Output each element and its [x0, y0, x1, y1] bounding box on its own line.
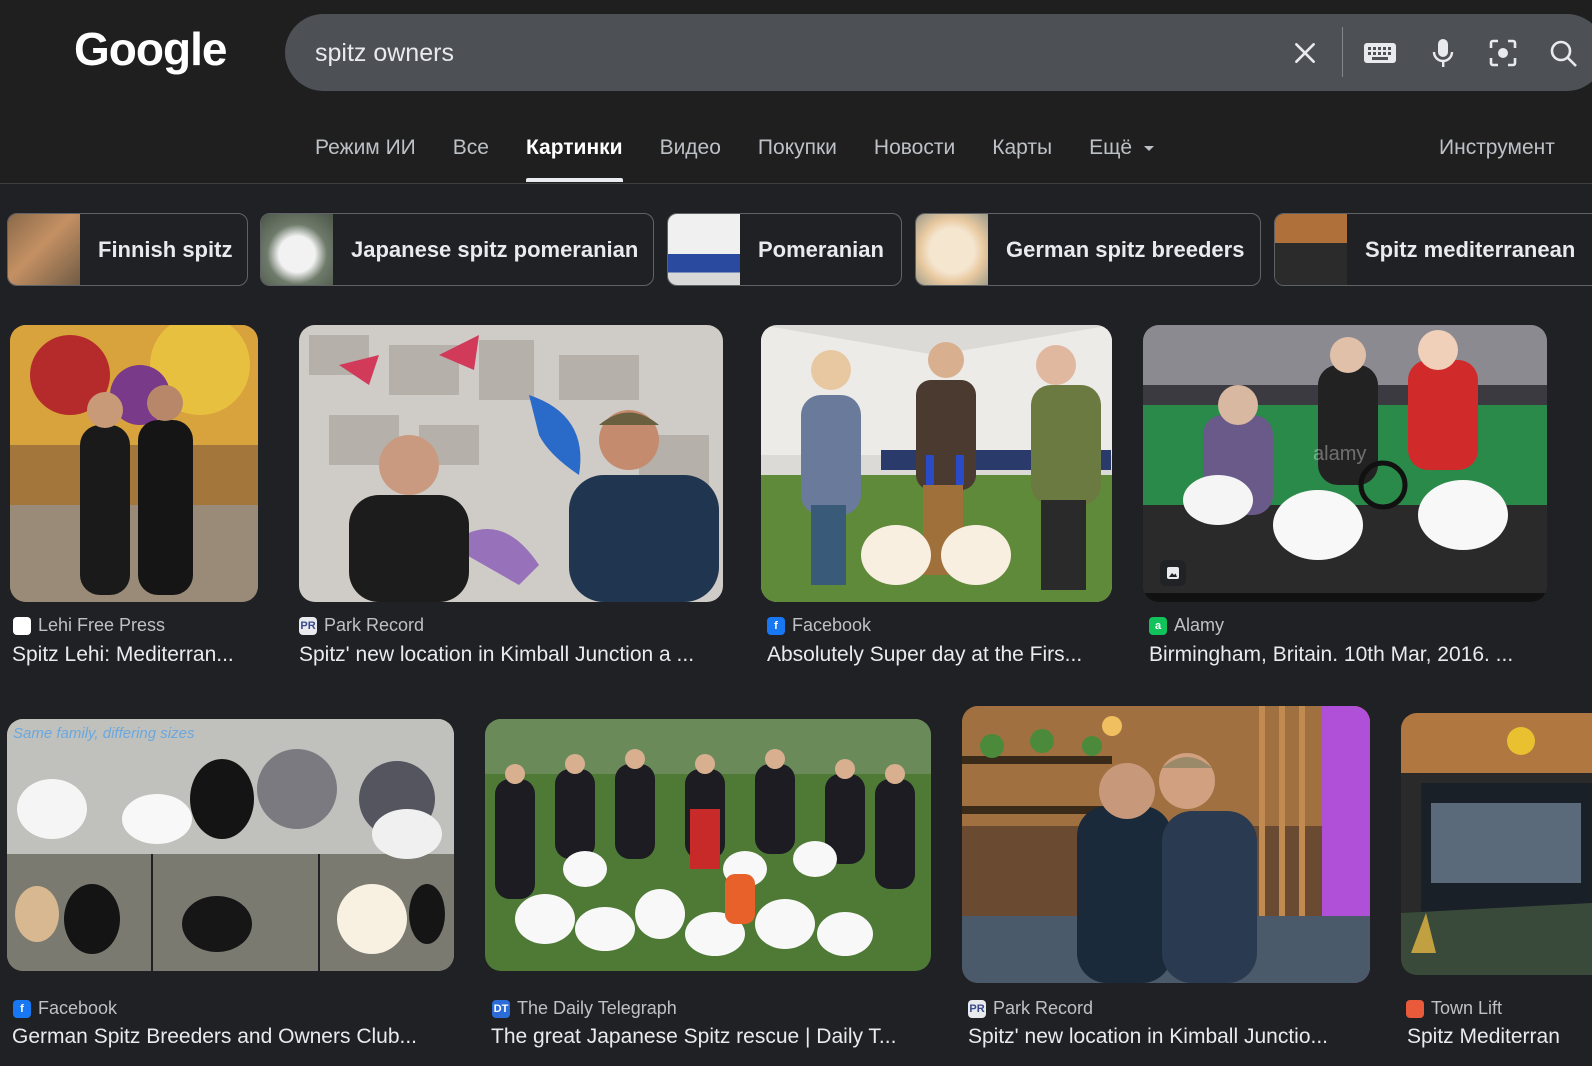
- result-title[interactable]: Birmingham, Britain. 10th Mar, 2016. ...: [1149, 643, 1547, 667]
- chip-label: Pomeranian: [758, 237, 884, 262]
- chip-label: German spitz breeders: [1006, 237, 1245, 262]
- result-source[interactable]: PR Park Record: [299, 615, 424, 636]
- source-name: Park Record: [993, 998, 1094, 1018]
- chip-pomeranian[interactable]: Pomeranian: [667, 213, 902, 286]
- tab-news[interactable]: Новости: [874, 132, 955, 184]
- result-thumbnail[interactable]: [485, 719, 931, 971]
- chip-thumbnail: [916, 214, 988, 285]
- result-source[interactable]: a Alamy: [1149, 615, 1224, 636]
- result-title[interactable]: Spitz' new location in Kimball Junction …: [299, 643, 723, 667]
- microphone-icon[interactable]: [1424, 34, 1462, 72]
- result-thumbnail[interactable]: alamy: [1143, 325, 1547, 602]
- park-record-favicon-icon: PR: [968, 999, 986, 1018]
- source-name: Facebook: [38, 998, 118, 1018]
- result-source[interactable]: Lehi Free Press: [13, 615, 165, 636]
- source-name: Lehi Free Press: [38, 615, 166, 635]
- search-input[interactable]: [315, 36, 1215, 70]
- tab-maps[interactable]: Карты: [992, 132, 1052, 184]
- result-title[interactable]: German Spitz Breeders and Owners Club...: [12, 1025, 454, 1049]
- result-title[interactable]: Absolutely Super day at the Firs...: [767, 643, 1112, 667]
- image-overlay-caption: Same family, differing sizes: [13, 725, 195, 742]
- source-name: Town Lift: [1431, 998, 1503, 1018]
- chip-label: Finnish spitz: [98, 237, 233, 262]
- source-name: Alamy: [1174, 615, 1225, 635]
- chip-finnish-spitz[interactable]: Finnish spitz: [7, 213, 248, 286]
- tools-button[interactable]: Инструмент: [1439, 136, 1555, 160]
- keyboard-icon[interactable]: [1361, 34, 1399, 72]
- source-name: The Daily Telegraph: [517, 998, 677, 1018]
- search-icon[interactable]: [1544, 34, 1582, 72]
- result-title[interactable]: Spitz Mediterran: [1407, 1025, 1592, 1049]
- alamy-favicon-icon: a: [1149, 616, 1167, 635]
- result-thumbnail[interactable]: [299, 325, 723, 602]
- tab-more[interactable]: Ещё: [1089, 132, 1155, 184]
- source-name: Park Record: [324, 615, 425, 635]
- header: Google Режим ИИ Все Картинки Видео Покуп…: [0, 0, 1592, 184]
- facebook-favicon-icon: f: [13, 999, 31, 1018]
- chip-spitz-mediterranean[interactable]: Spitz mediterranean: [1274, 213, 1592, 286]
- result-source[interactable]: Town Lift: [1406, 998, 1502, 1019]
- tab-all[interactable]: Все: [453, 132, 489, 184]
- source-name: Facebook: [792, 615, 872, 635]
- result-thumbnail[interactable]: [1401, 713, 1592, 975]
- watermark-text: alamy: [1313, 443, 1366, 465]
- result-thumbnail[interactable]: Same family, differing sizes: [7, 719, 454, 971]
- result-source[interactable]: f Facebook: [13, 998, 117, 1019]
- result-thumbnail[interactable]: [761, 325, 1112, 602]
- caret-down-icon: [1144, 145, 1155, 151]
- result-source[interactable]: PR Park Record: [968, 998, 1093, 1019]
- result-thumbnail[interactable]: [962, 706, 1370, 983]
- chip-japanese-spitz-pomeranian[interactable]: Japanese spitz pomeranian: [260, 213, 654, 286]
- chip-label: Spitz mediterranean: [1365, 237, 1576, 262]
- chip-thumbnail: [668, 214, 740, 285]
- chip-thumbnail: [1275, 214, 1347, 285]
- chip-thumbnail: [261, 214, 333, 285]
- tab-ai-mode[interactable]: Режим ИИ: [315, 132, 416, 184]
- search-tabs: Режим ИИ Все Картинки Видео Покупки Ново…: [315, 132, 1191, 184]
- result-title[interactable]: The great Japanese Spitz rescue | Daily …: [491, 1025, 931, 1049]
- town-lift-favicon-icon: [1406, 999, 1424, 1018]
- tab-more-label: Ещё: [1089, 136, 1133, 159]
- tab-images[interactable]: Картинки: [525, 132, 623, 184]
- search-bar[interactable]: [285, 14, 1592, 91]
- result-title[interactable]: Spitz' new location in Kimball Junctio..…: [968, 1025, 1358, 1049]
- image-badge-icon: [1160, 560, 1186, 586]
- camera-search-icon[interactable]: [1484, 34, 1522, 72]
- tab-shopping[interactable]: Покупки: [758, 132, 837, 184]
- tab-videos[interactable]: Видео: [660, 132, 721, 184]
- park-record-favicon-icon: PR: [299, 616, 317, 635]
- search-divider: [1342, 27, 1343, 77]
- clear-icon[interactable]: [1286, 34, 1324, 72]
- chip-label: Japanese spitz pomeranian: [351, 237, 639, 262]
- facebook-favicon-icon: f: [767, 616, 785, 635]
- result-thumbnail[interactable]: [10, 325, 258, 602]
- result-source[interactable]: DT The Daily Telegraph: [492, 998, 677, 1019]
- site-favicon-icon: [13, 616, 31, 635]
- google-logo[interactable]: Google: [74, 22, 227, 76]
- chip-thumbnail: [8, 214, 80, 285]
- result-source[interactable]: f Facebook: [767, 615, 871, 636]
- result-title[interactable]: Spitz Lehi: Mediterran...: [12, 643, 258, 667]
- telegraph-favicon-icon: DT: [492, 999, 510, 1018]
- chip-german-spitz-breeders[interactable]: German spitz breeders: [915, 213, 1261, 286]
